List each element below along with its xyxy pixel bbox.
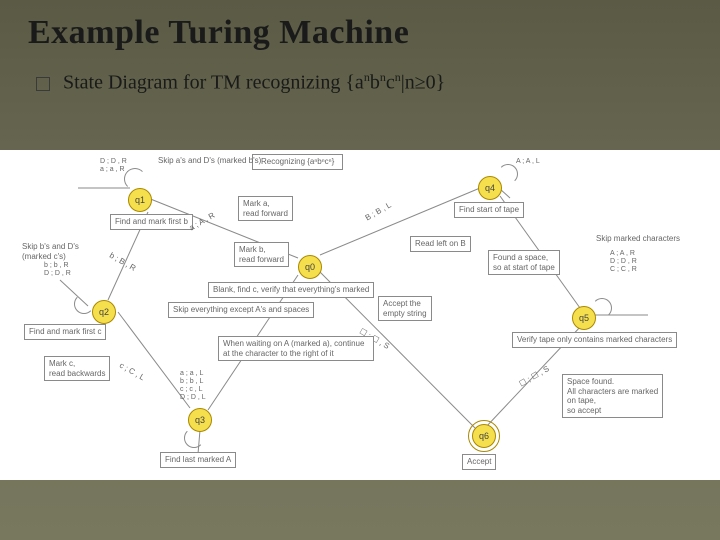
banner-note: Recognizing {aⁿbⁿcⁿ} [252, 154, 343, 170]
note-q4-hit: Found a space, so at start of tape [488, 250, 560, 275]
note-q0-markb: Mark b, read forward [234, 242, 289, 267]
loop-q1 [124, 168, 146, 190]
loop-q2 [74, 294, 94, 314]
q5-skip-title: Skip marked characters [596, 234, 680, 244]
q2-skip-title: Skip b's and D's (marked c's) [22, 242, 79, 261]
subtitle-line: State Diagram for TM recognizing {anbncn… [36, 70, 445, 95]
note-q6-accept: Accept [462, 454, 496, 470]
note-q1-find: Find and mark first b [110, 214, 193, 230]
note-readB: Read left on B [410, 236, 471, 252]
state-q4: q4 [478, 176, 502, 200]
state-q2: q2 [92, 300, 116, 324]
note-accept-empty: Accept the empty string [378, 296, 432, 321]
state-q1: q1 [128, 188, 152, 212]
q1-skip-title: Skip a's and D's (marked b's) [158, 156, 261, 166]
note-q0-q3: When waiting on A (marked a), continue a… [218, 336, 374, 361]
q2-loop-lbl: b ; b , R D ; D , R [44, 262, 71, 278]
note-q2-find: Find and mark first c [24, 324, 106, 340]
q5-loop-lbl: A ; A , R D ; D , R C ; C , R [610, 250, 637, 274]
state-q0: q0 [298, 255, 322, 279]
subtitle-post: |n≥0} [401, 72, 446, 94]
loop-q5 [592, 298, 612, 318]
note-q3-mark: Mark c, read backwards [44, 356, 110, 381]
note-q4-find: Find start of tape [454, 202, 524, 218]
page-title: Example Turing Machine [28, 14, 409, 52]
q4-loop-lbl: A ; A , L [516, 158, 540, 166]
note-q0-blank: Blank, find c, verify that everything's … [208, 282, 374, 298]
subtitle-mid1: b [370, 72, 380, 94]
diagram-canvas: Recognizing {aⁿbⁿcⁿ} q1 D ; D , R a ; a … [0, 150, 720, 480]
loop-q3 [184, 428, 204, 448]
subtitle-pre: State Diagram for TM recognizing {a [63, 72, 364, 94]
bullet-icon [36, 77, 50, 91]
note-q3-skip: Skip everything except A's and spaces [168, 302, 314, 318]
q3-loop-lbl: a ; a , L b ; b , L c ; c , L D ; D , L [180, 370, 206, 402]
state-q6: q6 [472, 424, 496, 448]
q1-loop-lbl: D ; D , R a ; a , R [100, 158, 127, 174]
loop-q4 [498, 164, 518, 184]
slide: Example Turing Machine State Diagram for… [0, 0, 720, 540]
subtitle-mid2: c [386, 72, 395, 94]
note-q3-find: Find last marked A [160, 452, 236, 468]
note-q5-title: Verify tape only contains marked charact… [512, 332, 677, 348]
note-q5-space: Space found. All characters are marked o… [562, 374, 663, 418]
note-q0-marka: Mark a, read forward [238, 196, 293, 221]
